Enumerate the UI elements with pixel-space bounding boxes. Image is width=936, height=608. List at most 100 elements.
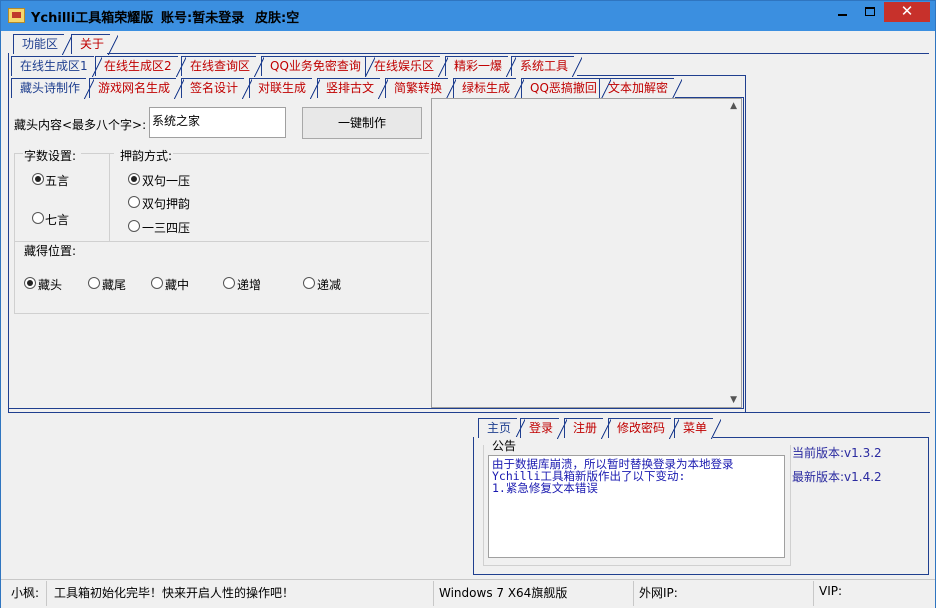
make-button[interactable]: 一键制作 — [302, 107, 422, 139]
options-group-divider — [109, 153, 110, 241]
tab-online-query[interactable]: 在线查询区 — [181, 56, 265, 77]
bottom-panel-right-border — [928, 437, 929, 575]
category-tab-row: 在线生成区1 在线生成区2 在线查询区 QQ业务免密查询 在线娱乐区 精彩一爆 … — [11, 56, 591, 77]
title-bar[interactable]: Ychilli工具箱荣耀版 账号:暂未登录 皮肤:空 ✕ — [1, 1, 935, 31]
status-separator-3 — [633, 581, 634, 606]
content-label: 藏头内容<最多八个字>: — [14, 118, 147, 132]
status-ip: 外网IP: — [639, 586, 678, 600]
tab-change-password[interactable]: 修改密码 — [608, 418, 680, 439]
notice-title: 公告 — [491, 437, 518, 454]
radio-position-tail-label[interactable]: 藏尾 — [102, 276, 126, 293]
tab-couplet[interactable]: 对联生成 — [249, 78, 321, 99]
radio-position-head-label[interactable]: 藏头 — [38, 276, 62, 293]
options-group-top-a — [14, 153, 23, 154]
status-message: 工具箱初始化完毕！快来开启人性的操作吧！ — [54, 586, 295, 600]
bottom-panel-left-border — [473, 437, 474, 575]
maximize-button[interactable] — [856, 2, 884, 22]
options-group-mid — [14, 241, 429, 242]
position-label: 藏得位置: — [24, 244, 77, 258]
status-separator-2 — [433, 581, 434, 606]
latest-version: 最新版本:v1.4.2 — [792, 470, 882, 484]
radio-seven-char-label[interactable]: 七言 — [45, 211, 69, 228]
tab-menu[interactable]: 菜单 — [674, 418, 722, 439]
radio-five-char[interactable] — [32, 173, 44, 185]
status-separator-1 — [46, 581, 47, 606]
radio-position-tail[interactable] — [88, 277, 100, 289]
category-tab-baseline — [577, 75, 745, 76]
app-title: Ychilli工具箱荣耀版 — [31, 11, 154, 26]
status-bar: 小枫: 工具箱初始化完毕！快来开启人性的操作吧！ Windows 7 X64旗舰… — [1, 579, 935, 608]
notice-line-3: 1.紧急修复文本错误 — [492, 481, 598, 495]
main-panel-bottom-border — [9, 412, 930, 413]
tab-green-badge[interactable]: 绿标生成 — [453, 78, 525, 99]
bottom-tab-baseline — [713, 437, 929, 438]
tab-qq-prank-recall[interactable]: QQ恶搞撤回 — [521, 78, 611, 99]
tab-simplified-traditional[interactable]: 简繁转换 — [385, 78, 457, 99]
tab-qq-query[interactable]: QQ业务免密查询 — [261, 56, 375, 77]
word-count-label: 字数设置: — [24, 149, 77, 163]
main-panel-left-border — [8, 53, 9, 413]
skin-status: 皮肤:空 — [255, 11, 300, 26]
notice-group-right — [790, 445, 791, 566]
tool-tab-row: 藏头诗制作 游戏网名生成 签名设计 对联生成 竖排古文 简繁转换 绿标生成 QQ… — [11, 78, 683, 99]
poem-output-area[interactable]: ▲ ▼ — [431, 98, 742, 408]
notice-group-left — [483, 445, 484, 566]
tab-online-gen-2[interactable]: 在线生成区2 — [95, 56, 186, 77]
tab-about[interactable]: 关于 — [71, 34, 119, 55]
tab-text-encrypt[interactable]: 文本加解密 — [599, 78, 683, 99]
rhyme-label: 押韵方式: — [120, 149, 173, 163]
notice-group-bottom — [483, 565, 791, 566]
main-tab-row: 功能区 关于 — [13, 34, 413, 55]
current-version: 当前版本:v1.3.2 — [792, 446, 882, 460]
radio-rhyme-1-label[interactable]: 双句一压 — [142, 172, 190, 189]
tab-highlights[interactable]: 精彩一爆 — [445, 56, 517, 77]
radio-position-increase[interactable] — [223, 277, 235, 289]
minimize-icon — [837, 13, 847, 16]
radio-position-decrease-label[interactable]: 递减 — [317, 276, 341, 293]
radio-seven-char[interactable] — [32, 212, 44, 224]
radio-five-char-label[interactable]: 五言 — [45, 172, 69, 189]
radio-rhyme-2-label[interactable]: 双句押韵 — [142, 195, 190, 212]
tab-game-nickname[interactable]: 游戏网名生成 — [89, 78, 185, 99]
tab-home[interactable]: 主页 — [478, 418, 526, 439]
tab-signature-design[interactable]: 签名设计 — [181, 78, 253, 99]
status-separator-4 — [813, 581, 814, 606]
tool-panel-right-border — [743, 97, 744, 409]
tab-vertical-classical[interactable]: 竖排古文 — [317, 78, 389, 99]
radio-position-decrease[interactable] — [303, 277, 315, 289]
radio-position-middle-label[interactable]: 藏中 — [165, 276, 189, 293]
radio-position-increase-label[interactable]: 递增 — [237, 276, 261, 293]
tab-online-gen-1[interactable]: 在线生成区1 — [11, 56, 102, 77]
radio-position-middle[interactable] — [151, 277, 163, 289]
radio-position-head[interactable] — [24, 277, 36, 289]
account-status: 账号:暂未登录 — [161, 11, 245, 26]
radio-rhyme-2[interactable] — [128, 196, 140, 208]
status-os: Windows 7 X64旗舰版 — [439, 586, 568, 600]
radio-rhyme-1[interactable] — [128, 173, 140, 185]
tab-acrostic-poem[interactable]: 藏头诗制作 — [11, 78, 95, 99]
options-group-bottom — [14, 313, 429, 314]
tab-register[interactable]: 注册 — [564, 418, 612, 439]
status-vip: VIP: — [819, 584, 843, 598]
content-input[interactable]: 系统之家 — [149, 107, 286, 138]
close-button[interactable]: ✕ — [884, 2, 930, 22]
maximize-icon — [865, 7, 875, 16]
scroll-down-icon[interactable]: ▼ — [730, 395, 737, 405]
options-group-top-c — [173, 153, 429, 154]
bottom-panel-bottom-border — [473, 574, 929, 575]
tab-entertainment[interactable]: 在线娱乐区 — [365, 56, 449, 77]
category-panel-right-border — [745, 75, 746, 413]
scroll-up-icon[interactable]: ▲ — [730, 101, 737, 111]
tab-login[interactable]: 登录 — [520, 418, 568, 439]
close-icon: ✕ — [900, 2, 914, 20]
status-user-label: 小枫: — [11, 586, 40, 600]
app-window: Ychilli工具箱荣耀版 账号:暂未登录 皮肤:空 ✕ 功能区 关于 在线生成… — [0, 0, 936, 608]
options-group-left — [14, 153, 15, 313]
minimize-button[interactable] — [828, 2, 856, 22]
radio-rhyme-3-label[interactable]: 一三四压 — [142, 219, 190, 236]
notice-box[interactable]: 由于数据库崩溃，所以暂时替换登录为本地登录 Ychilli工具箱新版作出了以下变动… — [488, 455, 785, 558]
radio-rhyme-3[interactable] — [128, 220, 140, 232]
tab-function-area[interactable]: 功能区 — [13, 34, 73, 55]
bottom-tab-row: 主页 登录 注册 修改密码 菜单 — [478, 418, 738, 439]
tab-system-tools[interactable]: 系统工具 — [511, 56, 583, 77]
